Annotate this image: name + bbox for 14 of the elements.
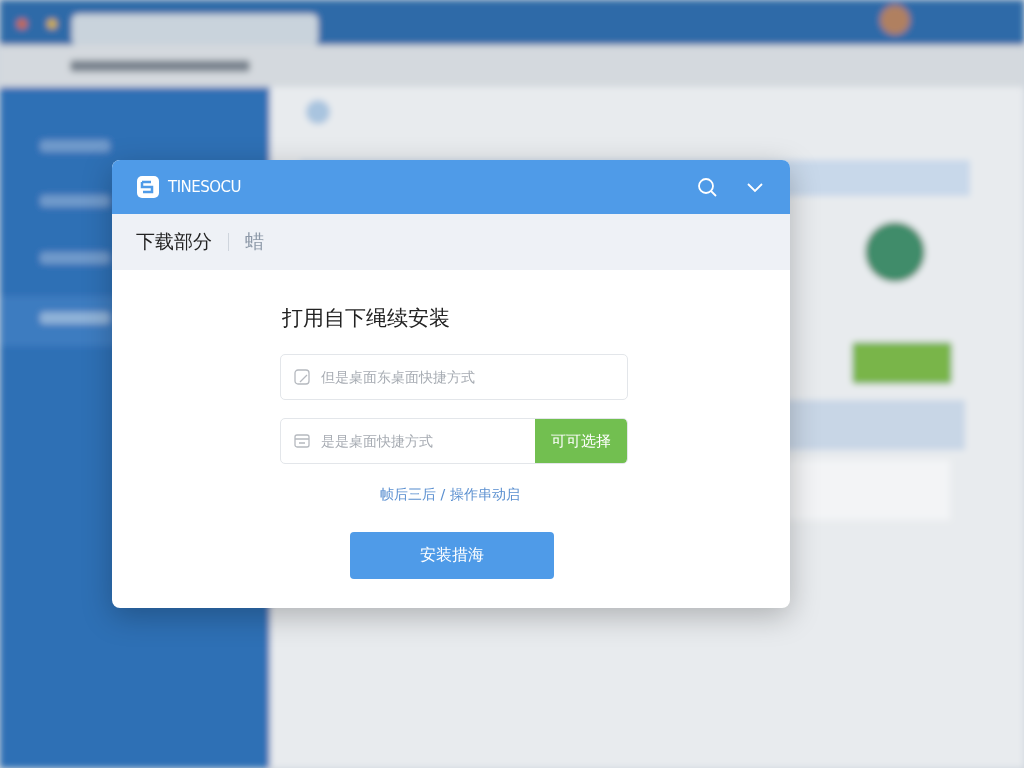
app-logo-text: TINESOCU bbox=[168, 178, 243, 196]
text-field[interactable]: 是是桌面快捷方式 可可选择 bbox=[280, 418, 628, 464]
install-button[interactable]: 安装措海 bbox=[350, 532, 554, 579]
logo-icon bbox=[136, 175, 160, 199]
text-field[interactable]: 但是桌面东桌面快捷方式 bbox=[280, 354, 628, 400]
tab[interactable]: 蜡 bbox=[245, 229, 264, 255]
tab[interactable]: 下载部分 bbox=[136, 229, 212, 255]
dialog-heading: 打用自下绳续安装 bbox=[282, 305, 450, 332]
note-icon bbox=[293, 368, 311, 386]
search-icon[interactable] bbox=[696, 176, 718, 198]
choose-button[interactable]: 可可选择 bbox=[535, 419, 627, 463]
help-link[interactable]: 帧后三后 / 操作串动启 bbox=[380, 486, 520, 504]
input-field[interactable]: 是是桌面快捷方式 bbox=[319, 432, 535, 450]
input-field[interactable]: 但是桌面东桌面快捷方式 bbox=[319, 368, 627, 386]
